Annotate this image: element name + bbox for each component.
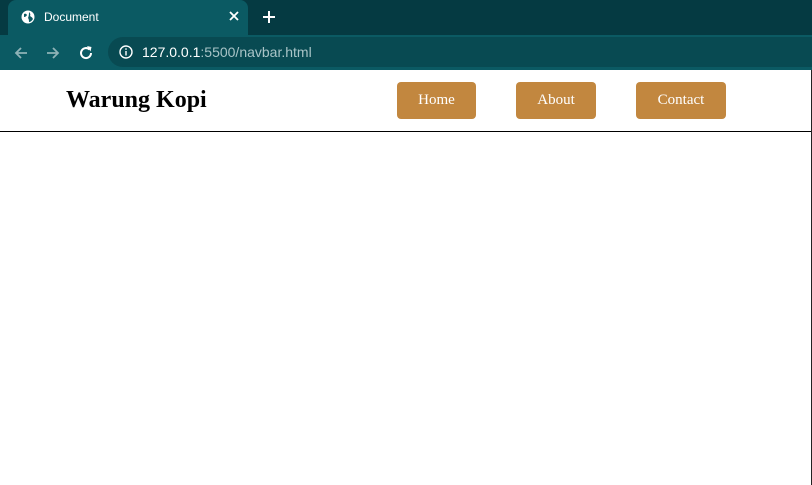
tab-title: Document [44, 10, 99, 24]
close-icon[interactable] [226, 8, 242, 24]
contact-button[interactable]: Contact [636, 82, 726, 119]
navbar: Warung Kopi Home About Contact [0, 70, 811, 132]
home-button[interactable]: Home [397, 82, 476, 119]
browser-tabstrip: Document [0, 0, 812, 35]
forward-arrow-icon[interactable] [44, 44, 62, 62]
about-button[interactable]: About [516, 82, 596, 119]
reload-icon[interactable] [77, 44, 95, 62]
address-bar[interactable]: 127.0.0.1:5500/navbar.html [108, 37, 812, 67]
browser-toolbar: 127.0.0.1:5500/navbar.html [0, 35, 812, 70]
new-tab-icon[interactable] [261, 9, 277, 25]
url-host: 127.0.0.1 [142, 44, 201, 60]
url-path: :5500/navbar.html [200, 44, 312, 60]
globe-icon [21, 10, 35, 24]
back-arrow-icon[interactable] [12, 44, 30, 62]
brand-title: Warung Kopi [66, 87, 207, 113]
page-viewport: Warung Kopi Home About Contact [0, 70, 812, 485]
browser-tab[interactable]: Document [8, 0, 248, 35]
url-text[interactable]: 127.0.0.1:5500/navbar.html [142, 44, 312, 60]
info-icon[interactable] [119, 45, 133, 59]
